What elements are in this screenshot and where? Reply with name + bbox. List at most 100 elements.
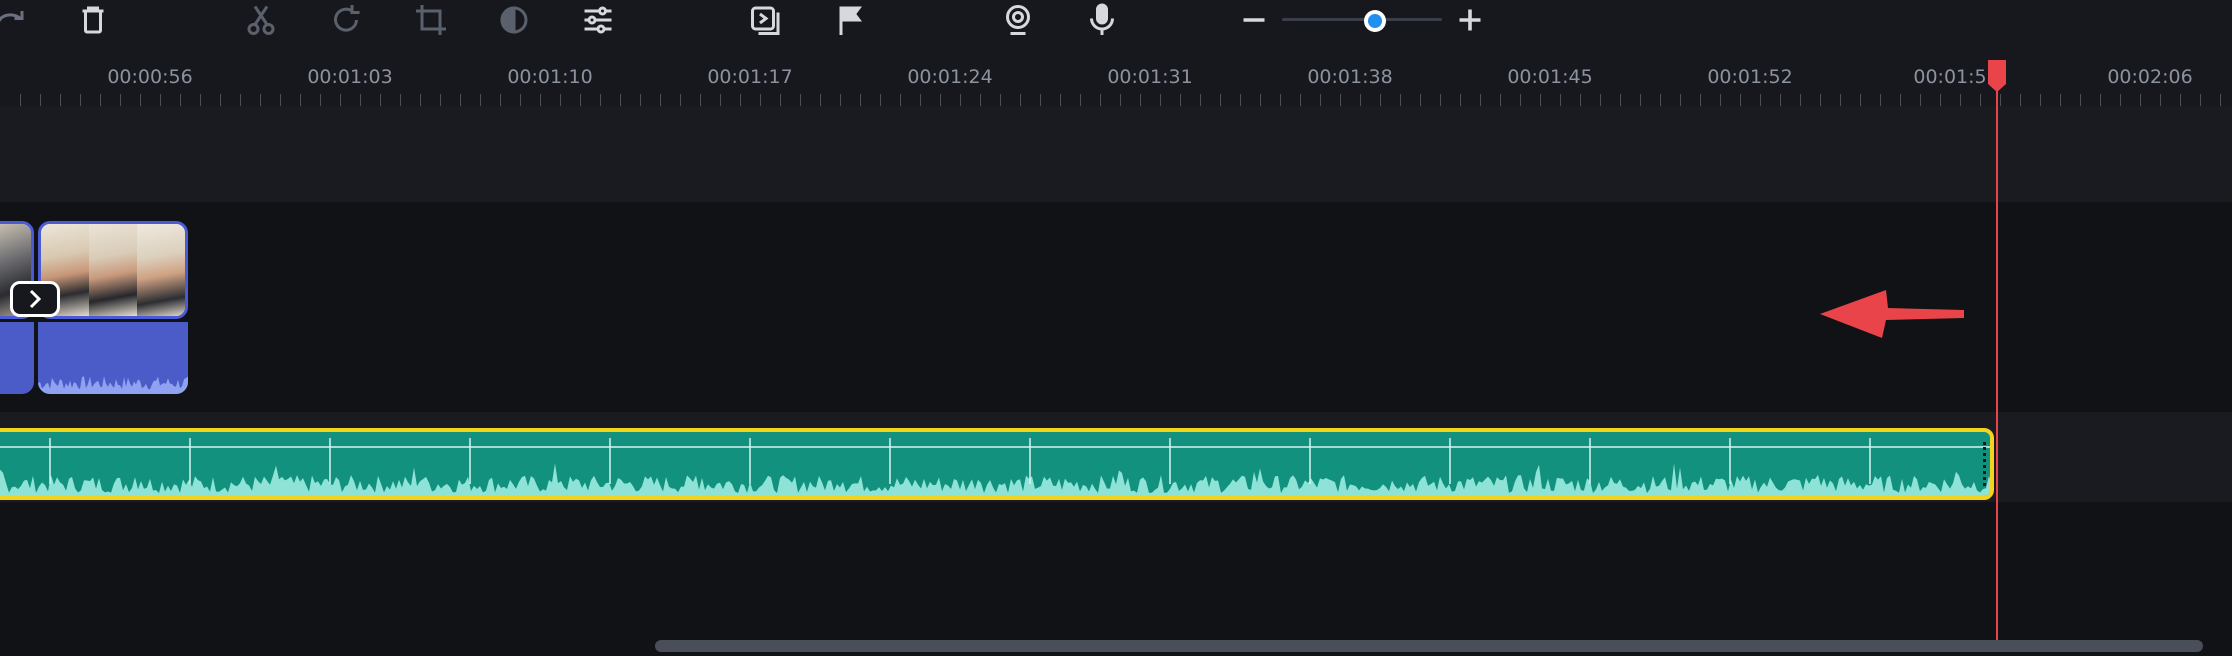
ruler-tick [620, 94, 621, 106]
zoom-out-icon[interactable] [1232, 0, 1276, 40]
trash-icon[interactable] [71, 0, 115, 40]
ruler-time-label: 00:01:38 [1307, 66, 1393, 88]
ruler-tick [1680, 94, 1681, 106]
ruler-tick [1560, 94, 1561, 106]
marker-flag-icon[interactable] [828, 0, 872, 40]
ruler-tick [920, 94, 921, 106]
ruler-tick [20, 94, 21, 106]
video-clip-thumbnail[interactable] [38, 221, 188, 319]
ruler-tick [2180, 94, 2181, 106]
ruler-tick [1600, 94, 1601, 106]
clip-properties-icon[interactable] [744, 0, 788, 40]
ruler-tick [520, 94, 521, 106]
ruler-time-label: 00:01:31 [1107, 66, 1193, 88]
ruler-tick [1340, 94, 1341, 106]
ruler-tick [1880, 94, 1881, 106]
ruler-tick [740, 94, 741, 106]
annotation-arrow-left-icon [1820, 290, 1964, 338]
ruler-tick [60, 94, 61, 106]
ruler-tick [1000, 94, 1001, 106]
ruler-tick [440, 94, 441, 106]
rotate-icon[interactable] [324, 0, 368, 40]
settings-sliders-icon[interactable] [576, 0, 620, 40]
ruler-tick [2220, 94, 2221, 106]
ruler-tick [1940, 94, 1941, 106]
ruler-tick [1660, 94, 1661, 106]
ruler-tick [760, 94, 761, 106]
ruler-tick [1260, 94, 1261, 106]
ruler-tick [2040, 94, 2041, 106]
ruler-tick [1400, 94, 1401, 106]
horizontal-scrollbar[interactable] [655, 640, 2203, 652]
zoom-slider-track[interactable] [1282, 18, 1442, 21]
ruler-tick [180, 94, 181, 106]
ruler-tick [1700, 94, 1701, 106]
audio-clip-trim-handle[interactable] [1983, 442, 1990, 486]
crop-icon[interactable] [409, 0, 453, 40]
ruler-tick [1180, 94, 1181, 106]
ruler-tick [2200, 94, 2201, 106]
ruler-tick [700, 94, 701, 106]
ruler-tick [600, 94, 601, 106]
ruler-tick [980, 94, 981, 106]
ruler-tick [1020, 94, 1021, 106]
zoom-slider-thumb[interactable] [1363, 10, 1386, 32]
color-adjust-icon[interactable] [492, 0, 536, 40]
ruler-tick [1160, 94, 1161, 106]
ruler-tick [1300, 94, 1301, 106]
ruler-tick [1520, 94, 1521, 106]
microphone-icon[interactable] [1080, 0, 1124, 40]
ruler-tick [560, 94, 561, 106]
ruler-tick [1040, 94, 1041, 106]
ruler-time-label: 00:01:45 [1507, 66, 1593, 88]
ruler-tick [480, 94, 481, 106]
ruler-time-label: 00:02:06 [2107, 66, 2193, 88]
video-clip-audio[interactable] [38, 322, 188, 394]
ruler-tick [1760, 94, 1761, 106]
ruler-tick [640, 94, 641, 106]
cut-icon[interactable] [239, 0, 283, 40]
ruler-time-label: 00:01:5 [1913, 66, 1987, 88]
ruler-tick [2100, 94, 2101, 106]
ruler-tick [1060, 94, 1061, 106]
redo-icon[interactable] [0, 0, 32, 40]
ruler-tick [1140, 94, 1141, 106]
playhead-handle[interactable] [1986, 58, 2008, 94]
ruler-tick [1460, 94, 1461, 106]
ruler-tick [1900, 94, 1901, 106]
audio-clip[interactable] [0, 428, 1994, 500]
ruler-tick [1920, 94, 1921, 106]
ruler-tick [880, 94, 881, 106]
ruler-tick [1240, 94, 1241, 106]
ruler-tick [1820, 94, 1821, 106]
ruler-tick [580, 94, 581, 106]
ruler-tick [1220, 94, 1221, 106]
ruler-tick [80, 94, 81, 106]
playhead-line[interactable] [1996, 60, 1998, 640]
ruler-tick [240, 94, 241, 106]
ruler-tick [720, 94, 721, 106]
time-ruler[interactable]: 00:00:56 00:01:03 00:01:10 00:01:17 00:01:24… [0, 44, 2232, 106]
overlay-track[interactable] [0, 106, 2232, 202]
ruler-tick [1540, 94, 1541, 106]
ruler-tick [1860, 94, 1861, 106]
ruler-tick [680, 94, 681, 106]
ruler-time-label: 00:01:10 [507, 66, 593, 88]
video-clip-audio[interactable] [0, 322, 34, 394]
ruler-tick [1640, 94, 1641, 106]
ruler-tick [1800, 94, 1801, 106]
ruler-tick [820, 94, 821, 106]
ruler-tick [1380, 94, 1381, 106]
zoom-in-icon[interactable] [1448, 0, 1492, 40]
ruler-tick [2160, 94, 2161, 106]
ruler-tick [1320, 94, 1321, 106]
ruler-time-label: 00:01:03 [307, 66, 393, 88]
ruler-tick [140, 94, 141, 106]
ruler-tick [200, 94, 201, 106]
empty-track[interactable] [0, 502, 2232, 656]
webcam-record-icon[interactable] [996, 0, 1040, 40]
ruler-tick [1100, 94, 1101, 106]
transition-icon[interactable] [10, 281, 60, 317]
ruler-tick [120, 94, 121, 106]
ruler-tick [460, 94, 461, 106]
